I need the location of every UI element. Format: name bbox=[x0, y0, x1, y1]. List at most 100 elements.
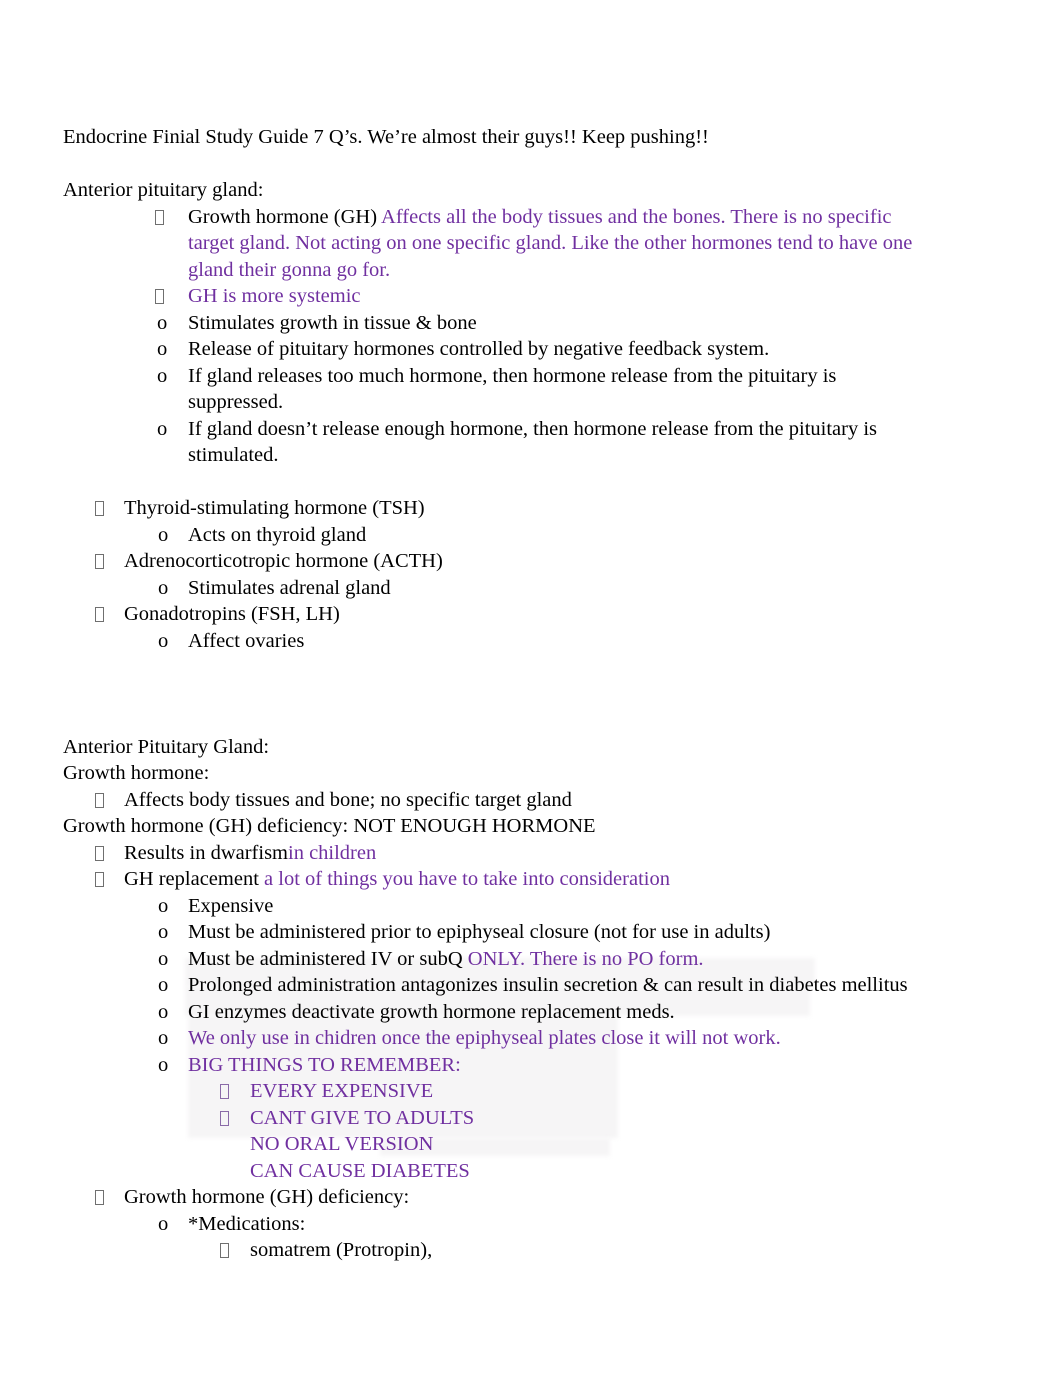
tofu-bullet-icon bbox=[155, 209, 164, 225]
list-item-text: *Medications: bbox=[63, 1211, 925, 1238]
text-run-highlight: CAN CAUSE DIABETES bbox=[250, 1159, 470, 1182]
circle-bullet-icon: o bbox=[157, 417, 168, 440]
list-item: o If gland doesn’t release enough hormone… bbox=[63, 416, 925, 469]
circle-bullet-icon: o bbox=[158, 1000, 169, 1023]
text-run-highlight: a lot of things you have to take into co… bbox=[264, 868, 670, 890]
list-item-text: Growth hormone (GH) deficiency: bbox=[63, 1184, 925, 1211]
list-item: o Must be administered IV or subQ ONLY. T… bbox=[63, 946, 925, 973]
text-run: If gland doesn’t release enough hormone,… bbox=[188, 417, 878, 467]
section-heading: Growth hormone (GH) deficiency: NOT ENOU… bbox=[63, 815, 596, 837]
bullet-marker bbox=[95, 601, 104, 628]
list-item-text: Prolonged administration antagonizes ins… bbox=[63, 972, 925, 999]
list-item: o BIG THINGS TO REMEMBER: bbox=[63, 1052, 925, 1079]
list-item-text: GH replacement a lot of things you have … bbox=[63, 866, 925, 893]
circle-bullet-icon: o bbox=[158, 629, 169, 652]
list-item-text: Growth hormone (GH) Affects all the body… bbox=[63, 204, 925, 284]
list-item: o If gland releases too much hormone, the… bbox=[63, 363, 925, 416]
section-subheading: Growth hormone: bbox=[63, 762, 210, 784]
bullet-marker bbox=[220, 1078, 229, 1105]
list-item: CAN CAUSE DIABETES bbox=[63, 1158, 925, 1185]
list-item-text: CANT GIVE TO ADULTS bbox=[63, 1105, 925, 1132]
text-run-highlight: ONLY. There is no PO form. bbox=[467, 947, 704, 970]
text-run: Acts on thyroid gland bbox=[188, 523, 367, 546]
list-item-text: BIG THINGS TO REMEMBER: bbox=[63, 1052, 925, 1079]
bullet-marker bbox=[155, 204, 164, 231]
text-run: Release of pituitary hormones controlled… bbox=[188, 338, 770, 360]
list-item-text: GI enzymes deactivate growth hormone rep… bbox=[63, 999, 925, 1026]
bullet-marker bbox=[95, 866, 104, 893]
tofu-bullet-icon bbox=[95, 792, 104, 808]
list-item-text: Must be administered IV or subQ ONLY. Th… bbox=[63, 946, 925, 973]
circle-bullet-icon: o bbox=[157, 338, 168, 360]
list-item: Results in dwarfismin children bbox=[63, 840, 925, 867]
tofu-bullet-icon bbox=[155, 289, 164, 304]
text-run: Must be administered prior to epiphyseal… bbox=[188, 921, 771, 943]
tofu-bullet-icon bbox=[95, 872, 104, 887]
text-run: Stimulates growth in tissue & bone bbox=[188, 311, 477, 334]
text-run-highlight: GH is more systemic bbox=[188, 285, 361, 307]
text-run: Thyroid-stimulating hormone (TSH) bbox=[124, 497, 425, 519]
text-run: Prolonged administration antagonizes ins… bbox=[188, 974, 908, 996]
text-run-highlight: We only use in chidren once the epiphyse… bbox=[188, 1027, 781, 1049]
list-item: Affects body tissues and bone; no specif… bbox=[63, 787, 925, 814]
tofu-bullet-icon bbox=[220, 1084, 229, 1099]
circle-bullet-icon: o bbox=[158, 523, 169, 546]
list-item: o Stimulates adrenal gland bbox=[63, 575, 925, 602]
list-item-text: Thyroid-stimulating hormone (TSH) bbox=[63, 495, 925, 522]
circle-bullet-icon: o bbox=[158, 947, 169, 970]
circle-bullet-icon: o bbox=[158, 1212, 169, 1235]
list-item: Growth hormone (GH) deficiency: bbox=[63, 1184, 925, 1211]
list-item-text: EVERY EXPENSIVE bbox=[63, 1078, 925, 1105]
list-item: EVERY EXPENSIVE bbox=[63, 1078, 925, 1105]
text-run: Growth hormone (GH) deficiency: bbox=[124, 1186, 410, 1208]
tofu-bullet-icon bbox=[95, 1190, 104, 1205]
tofu-bullet-icon bbox=[95, 845, 104, 861]
list-item-text: If gland releases too much hormone, then… bbox=[63, 363, 925, 416]
list-item: Gonadotropins (FSH, LH) bbox=[63, 601, 925, 628]
text-run: Gonadotropins (FSH, LH) bbox=[124, 603, 340, 625]
text-run: *Medications: bbox=[188, 1212, 306, 1235]
text-run-highlight: EVERY EXPENSIVE bbox=[250, 1080, 434, 1102]
document-page: Endocrine Finial Study Guide 7 Q’s. We’r… bbox=[0, 0, 1062, 1377]
list-item: o *Medications: bbox=[63, 1211, 925, 1238]
text-run-highlight: BIG THINGS TO REMEMBER: bbox=[188, 1053, 461, 1076]
text-run: GI enzymes deactivate growth hormone rep… bbox=[188, 1000, 675, 1023]
document-title-line: Endocrine Finial Study Guide 7 Q’s. We’r… bbox=[63, 126, 709, 148]
text-run: If gland releases too much hormone, then… bbox=[188, 364, 837, 414]
text-run: GH replacement bbox=[124, 868, 265, 890]
list-item: o Release of pituitary hormones controlle… bbox=[63, 336, 925, 363]
section-heading: Anterior pituitary gland: bbox=[63, 179, 264, 201]
list-item-text: Stimulates adrenal gland bbox=[63, 575, 925, 602]
list-item: o GI enzymes deactivate growth hormone re… bbox=[63, 999, 925, 1026]
text-run: Affects body tissues and bone; no specif… bbox=[124, 788, 572, 811]
text-run: Growth hormone (GH) bbox=[188, 205, 382, 228]
list-item-text: somatrem (Protropin), bbox=[63, 1237, 925, 1264]
list-item: o We only use in chidren once the epiphys… bbox=[63, 1025, 925, 1052]
tofu-bullet-icon bbox=[220, 1110, 229, 1126]
list-item: o Expensive bbox=[63, 893, 925, 920]
circle-bullet-icon: o bbox=[158, 1053, 169, 1076]
list-item: o Must be administered prior to epiphysea… bbox=[63, 919, 925, 946]
list-item-text: Expensive bbox=[63, 893, 925, 920]
text-run-highlight: NO ORAL VERSION bbox=[250, 1133, 434, 1155]
text-run: Stimulates adrenal gland bbox=[188, 576, 391, 599]
list-item: o Acts on thyroid gland bbox=[63, 522, 925, 549]
tofu-bullet-icon bbox=[95, 554, 104, 569]
text-run: Results in dwarfism bbox=[124, 841, 288, 864]
list-item: o Affect ovaries bbox=[63, 628, 925, 655]
list-item: somatrem (Protropin), bbox=[63, 1237, 925, 1264]
list-item: Growth hormone (GH) Affects all the body… bbox=[63, 204, 925, 284]
bullet-marker bbox=[95, 1184, 104, 1211]
list-item-text: Release of pituitary hormones controlled… bbox=[63, 336, 925, 363]
bullet-marker bbox=[95, 548, 104, 575]
list-item-text: We only use in chidren once the epiphyse… bbox=[63, 1025, 925, 1052]
list-item-text: Must be administered prior to epiphyseal… bbox=[63, 919, 925, 946]
circle-bullet-icon: o bbox=[158, 576, 169, 599]
list-item-text: Stimulates growth in tissue & bone bbox=[63, 310, 925, 337]
circle-bullet-icon: o bbox=[157, 311, 168, 334]
section-heading: Anterior Pituitary Gland: bbox=[63, 735, 270, 758]
list-item-text: Affect ovaries bbox=[63, 628, 925, 655]
